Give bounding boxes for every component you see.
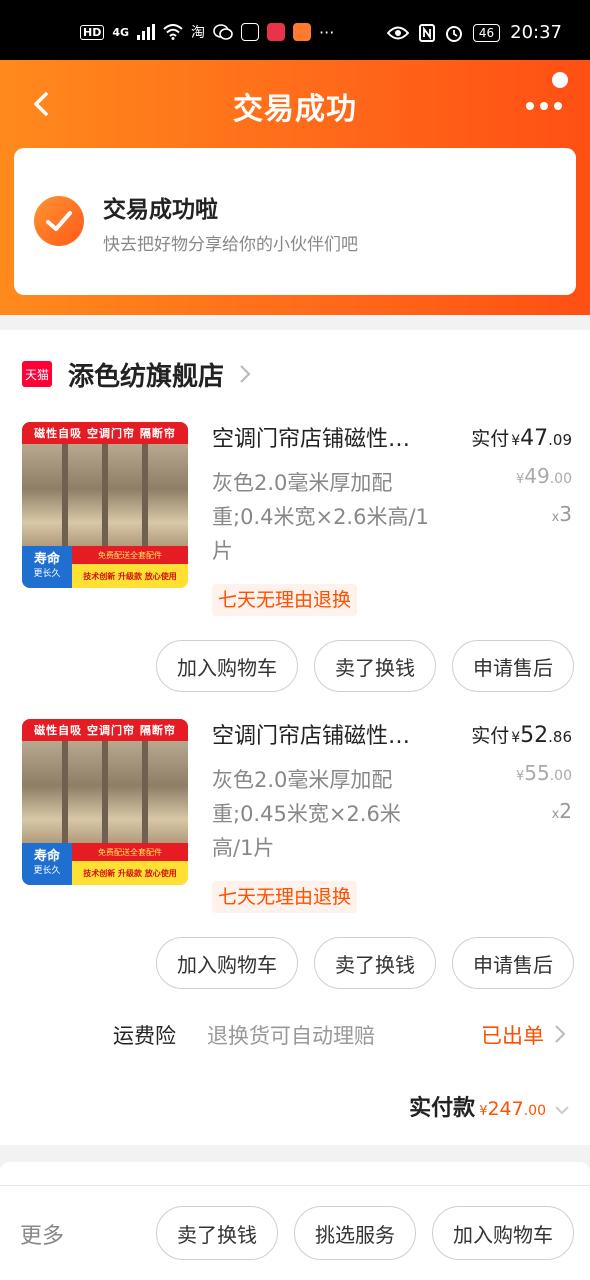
original-price: ¥49.00 <box>516 464 572 488</box>
status-right-icons: 46 20:37 <box>386 22 562 43</box>
item-actions: 加入购物车 卖了换钱 申请售后 <box>156 640 574 692</box>
chevron-right-icon <box>555 1025 566 1043</box>
product-thumbnail[interactable]: 磁性自吸 空调门帘 隔断帘 寿命 更长久 免费配送全套配件 技术创新 升级款 放心… <box>22 719 188 885</box>
status-left-icons: HD 4G 淘 ··· <box>80 22 334 42</box>
thumb-pillar <box>142 741 148 853</box>
wifi-icon <box>163 24 183 40</box>
store-header[interactable]: 天猫 添色纺旗舰店 <box>22 354 252 394</box>
nfc-icon <box>418 23 435 42</box>
order-total[interactable]: 实付款 ¥247.00 <box>409 1090 570 1122</box>
product-spec: 灰色2.0毫米厚加配重;0.4米宽×2.6米高/1片 <box>212 471 429 563</box>
total-label: 实付款 <box>409 1096 476 1121</box>
thumb-life-badge: 寿命 更长久 <box>22 546 72 588</box>
thumb-band-3: 技术创新 升级款 放心使用 <box>72 564 188 588</box>
bottom-actions: 卖了换钱 挑选服务 加入购物车 <box>156 1206 574 1260</box>
resell-button[interactable]: 卖了换钱 <box>156 1206 278 1260</box>
paid-price: 实付 ¥52.86 <box>471 723 572 748</box>
success-subtitle: 快去把好物分享给你的小伙伴们吧 <box>103 235 358 255</box>
thumb-pillar <box>102 444 108 556</box>
alarm-icon <box>445 25 462 42</box>
app-icon <box>293 23 312 41</box>
chevron-right-icon <box>240 365 251 383</box>
insurance-status: 已出单 <box>481 1024 544 1048</box>
after-sales-button[interactable]: 申请售后 <box>452 937 574 989</box>
resell-button[interactable]: 卖了换钱 <box>314 640 436 692</box>
signal-bars-icon <box>137 24 156 40</box>
more-options-icon[interactable] <box>524 96 564 116</box>
eye-icon <box>386 26 409 39</box>
resell-button[interactable]: 卖了换钱 <box>314 937 436 989</box>
taobao-icon: 淘 <box>191 25 206 41</box>
page-header: 交易成功 交易成功啦 快去把好物分享给你的小伙伴们吧 <box>0 60 590 315</box>
app-icon <box>267 23 286 41</box>
shipping-insurance-row[interactable]: 运费险 退换货可自动理赔 已出单 <box>0 1016 590 1056</box>
product-title[interactable]: 空调门帘店铺磁性自吸门帘 <box>212 719 424 755</box>
product-spec: 灰色2.0毫米厚加配重;0.45米宽×2.6米高/1片 <box>212 768 401 860</box>
paid-price: 实付 ¥47.09 <box>471 426 572 451</box>
after-sales-button[interactable]: 申请售后 <box>452 640 574 692</box>
refund-tag: 七天无理由退换 <box>212 584 358 616</box>
app-icon <box>241 23 260 41</box>
insurance-label: 运费险 <box>113 1024 176 1048</box>
thumb-life-badge: 寿命 更长久 <box>22 843 72 885</box>
notification-dot-icon <box>552 72 568 88</box>
status-bar: HD 4G 淘 ··· 46 20:37 <box>0 0 590 60</box>
thumb-band-2: 免费配送全套配件 <box>72 546 188 564</box>
thumb-band-top: 磁性自吸 空调门帘 隔断帘 <box>22 719 188 741</box>
refund-tag: 七天无理由退换 <box>212 881 358 913</box>
success-title: 交易成功啦 <box>103 197 218 223</box>
thumb-band-2: 免费配送全套配件 <box>72 843 188 861</box>
add-to-cart-button[interactable]: 加入购物车 <box>432 1206 574 1260</box>
tmall-badge: 天猫 <box>22 361 52 387</box>
page-title: 交易成功 <box>233 92 357 127</box>
thumb-pillar <box>142 444 148 556</box>
insurance-desc: 退换货可自动理赔 <box>207 1024 375 1048</box>
order-item: 磁性自吸 空调门帘 隔断帘 寿命 更长久 免费配送全套配件 技术创新 升级款 放心… <box>0 719 590 1019</box>
signal-icon: 4G <box>112 25 130 39</box>
quantity: x3 <box>551 502 572 526</box>
clock: 20:37 <box>510 22 562 43</box>
order-card: 天猫 添色纺旗舰店 磁性自吸 空调门帘 隔断帘 寿命 更长久 免费配送全套配件 技… <box>0 330 590 1145</box>
product-thumbnail[interactable]: 磁性自吸 空调门帘 隔断帘 寿命 更长久 免费配送全套配件 技术创新 升级款 放心… <box>22 422 188 588</box>
wechat-icon <box>213 24 233 40</box>
bottom-action-bar: 更多 卖了换钱 挑选服务 加入购物车 <box>0 1185 590 1280</box>
total-amount: ¥247.00 <box>479 1098 546 1120</box>
battery-icon: 46 <box>472 23 501 42</box>
store-name: 添色纺旗舰店 <box>68 361 225 392</box>
item-actions: 加入购物车 卖了换钱 申请售后 <box>156 937 574 989</box>
more-button[interactable]: 更多 <box>20 1218 64 1250</box>
select-service-button[interactable]: 挑选服务 <box>294 1206 416 1260</box>
thumb-band-top: 磁性自吸 空调门帘 隔断帘 <box>22 422 188 444</box>
overflow-icon: ··· <box>319 22 335 42</box>
product-title[interactable]: 空调门帘店铺磁性自吸门帘 <box>212 422 424 458</box>
thumb-pillar <box>62 444 68 556</box>
thumb-pillar <box>62 741 68 853</box>
original-price: ¥55.00 <box>516 761 572 785</box>
thumb-band-3: 技术创新 升级款 放心使用 <box>72 861 188 885</box>
quantity: x2 <box>551 799 572 823</box>
order-item: 磁性自吸 空调门帘 隔断帘 寿命 更长久 免费配送全套配件 技术创新 升级款 放心… <box>0 422 590 722</box>
hd-icon: HD <box>80 24 105 40</box>
check-circle-icon <box>34 196 84 246</box>
success-card: 交易成功啦 快去把好物分享给你的小伙伴们吧 <box>14 148 576 295</box>
thumb-pillar <box>102 741 108 853</box>
add-to-cart-button[interactable]: 加入购物车 <box>156 640 298 692</box>
add-to-cart-button[interactable]: 加入购物车 <box>156 937 298 989</box>
chevron-down-icon <box>555 1106 569 1115</box>
